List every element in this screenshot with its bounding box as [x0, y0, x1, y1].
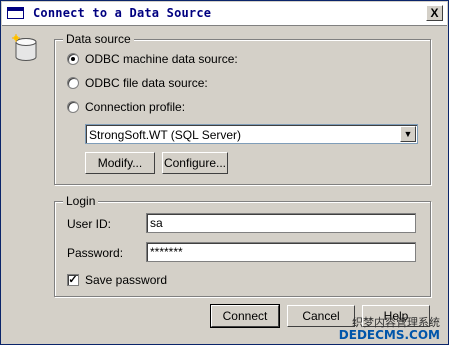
radio-button-selected[interactable] [67, 53, 79, 65]
radio-odbc-file-label: ODBC file data source: [85, 76, 208, 90]
profile-select[interactable]: StrongSoft.WT (SQL Server) ▼ [85, 124, 418, 144]
login-group: Login User ID: sa Password: ******* ✓ Sa… [54, 194, 431, 297]
user-id-input[interactable]: sa [146, 213, 416, 233]
database-icon [12, 34, 37, 61]
user-id-label: User ID: [67, 217, 112, 231]
radio-odbc-machine[interactable]: ODBC machine data source: [67, 51, 238, 67]
password-label: Password: [67, 246, 124, 260]
data-source-legend: Data source [63, 32, 134, 46]
watermark: 织梦内容管理系统 DEDECMS.COM [339, 316, 440, 342]
radio-connection-profile-label: Connection profile: [85, 100, 186, 114]
radio-connection-profile[interactable]: Connection profile: [67, 99, 185, 115]
login-legend: Login [63, 194, 99, 208]
radio-odbc-machine-label: ODBC machine data source: [85, 52, 238, 66]
window-icon [7, 7, 24, 19]
password-input[interactable]: ******* [146, 242, 416, 262]
save-password-label: Save password [85, 273, 168, 287]
dialog-window: Connect to a Data Source X Data source O… [0, 0, 449, 345]
connect-button[interactable]: Connect [210, 304, 280, 328]
dropdown-arrow-icon[interactable]: ▼ [400, 126, 416, 142]
save-password-checkbox[interactable]: ✓ [67, 274, 79, 286]
title-bar[interactable]: Connect to a Data Source X [2, 2, 447, 26]
watermark-line2: DEDECMS.COM [338, 328, 440, 342]
data-source-group: Data source ODBC machine data source: OD… [54, 32, 431, 185]
configure-button[interactable]: Configure... [162, 152, 228, 174]
profile-select-value: StrongSoft.WT (SQL Server) [89, 128, 242, 142]
radio-button[interactable] [67, 77, 79, 89]
radio-button[interactable] [67, 101, 79, 113]
window-title: Connect to a Data Source [33, 6, 212, 20]
save-password-row[interactable]: ✓ Save password [67, 272, 167, 288]
close-button[interactable]: X [426, 5, 443, 21]
modify-button[interactable]: Modify... [85, 152, 155, 174]
radio-odbc-file[interactable]: ODBC file data source: [67, 75, 208, 91]
